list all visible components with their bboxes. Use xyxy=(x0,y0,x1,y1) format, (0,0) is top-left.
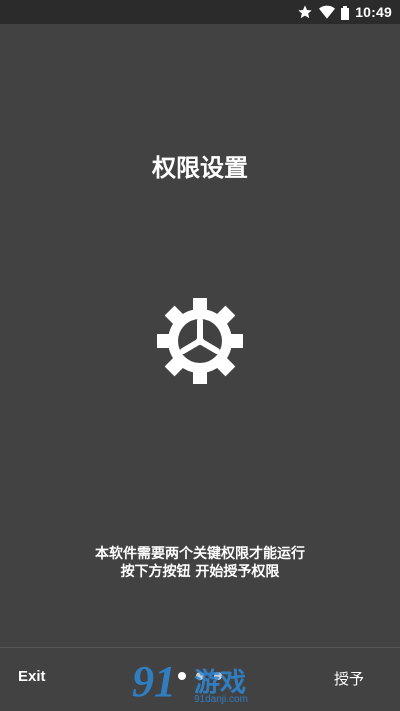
watermark-logo: 91 游戏 91danji.com xyxy=(132,656,272,710)
battery-icon xyxy=(341,5,350,20)
exit-button[interactable]: Exit xyxy=(18,668,46,685)
watermark-url: 91danji.com xyxy=(194,694,248,705)
status-time: 10:49 xyxy=(355,4,392,20)
permission-message: 本软件需要两个关键权限才能运行 按下方按钮 开始授予权限 xyxy=(0,545,400,581)
settings-gear-icon xyxy=(157,298,243,384)
grant-button[interactable]: 授予 xyxy=(334,668,364,689)
watermark-number: 91 xyxy=(132,657,176,706)
status-bar: 10:49 xyxy=(0,0,400,24)
page-title: 权限设置 xyxy=(152,154,248,182)
message-line-2: 按下方按钮 开始授予权限 xyxy=(120,564,280,580)
wifi-icon xyxy=(319,4,336,20)
star-icon xyxy=(297,4,313,20)
message-line-1: 本软件需要两个关键权限才能运行 xyxy=(95,546,305,562)
